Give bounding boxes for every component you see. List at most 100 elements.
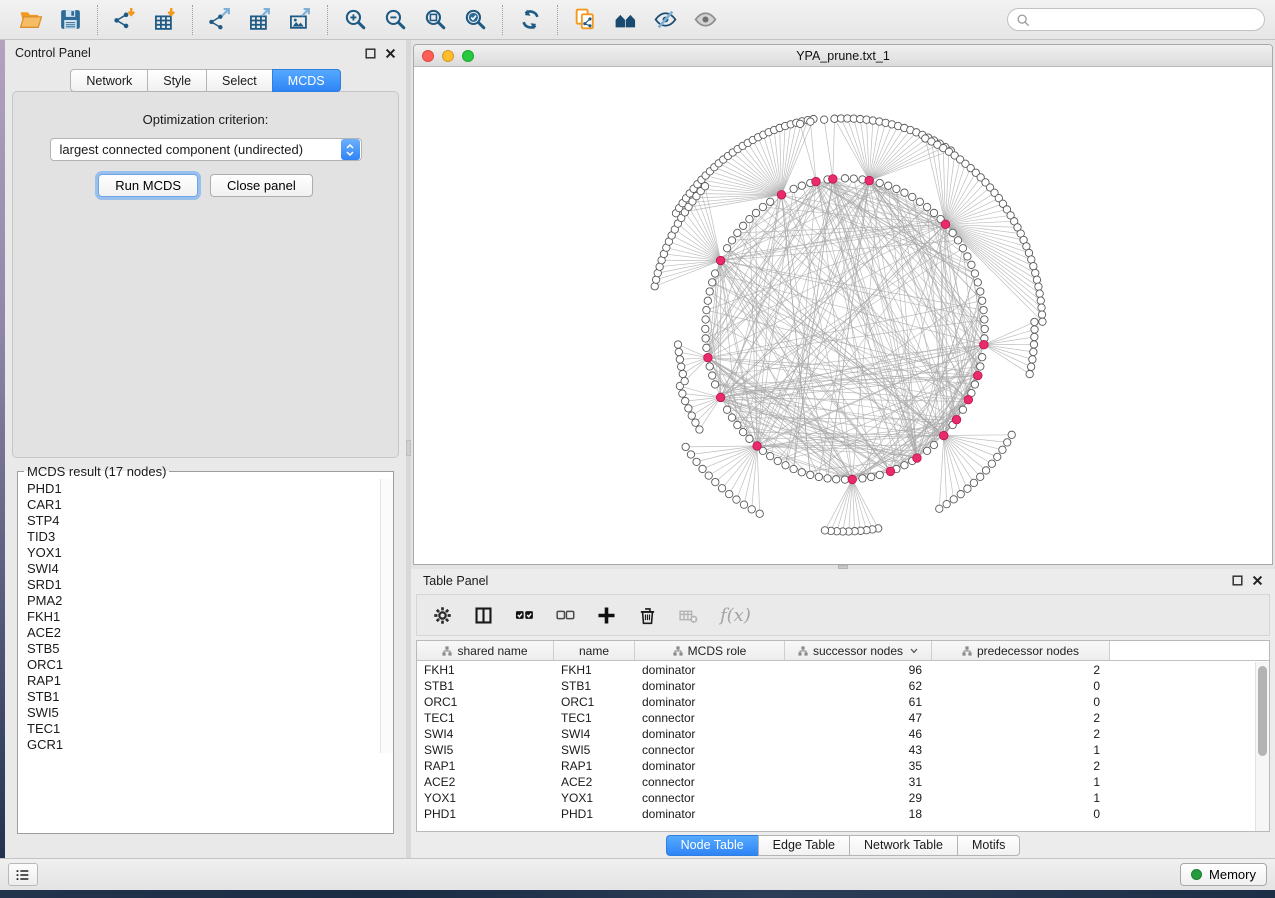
mcds-result-item[interactable]: PMA2 bbox=[27, 593, 393, 609]
tab-node-table[interactable]: Node Table bbox=[666, 835, 758, 856]
export-table-button[interactable] bbox=[240, 4, 280, 36]
mcds-result-item[interactable]: FKH1 bbox=[27, 609, 393, 625]
table-cell: 61 bbox=[785, 694, 932, 710]
table-row[interactable]: TEC1TEC1connector472 bbox=[417, 710, 1255, 726]
mcds-result-item[interactable]: YOX1 bbox=[27, 545, 393, 561]
mcds-result-item[interactable]: RAP1 bbox=[27, 673, 393, 689]
mcds-result-item[interactable]: STB5 bbox=[27, 641, 393, 657]
window-close-icon[interactable] bbox=[422, 50, 434, 62]
table-cell: PHD1 bbox=[417, 806, 554, 822]
mcds-hub-node bbox=[716, 393, 725, 402]
run-mcds-button[interactable]: Run MCDS bbox=[98, 174, 198, 197]
splitter-grip[interactable] bbox=[406, 440, 411, 456]
add-row-button[interactable] bbox=[597, 606, 616, 625]
table-row[interactable]: FKH1FKH1dominator962 bbox=[417, 662, 1255, 678]
memory-button[interactable]: Memory bbox=[1180, 863, 1267, 886]
table-cell: 62 bbox=[785, 678, 932, 694]
table-cell: RAP1 bbox=[417, 758, 554, 774]
table-scrollbar-thumb[interactable] bbox=[1258, 666, 1267, 756]
column-header-MCDS-role[interactable]: MCDS role bbox=[635, 641, 785, 660]
tab-select[interactable]: Select bbox=[206, 69, 272, 92]
mcds-result-item[interactable]: STB1 bbox=[27, 689, 393, 705]
mcds-result-item[interactable]: GCR1 bbox=[27, 737, 393, 753]
mcds-hub-node bbox=[964, 395, 973, 404]
mcds-result-item[interactable]: ORC1 bbox=[27, 657, 393, 673]
tab-mcds[interactable]: MCDS bbox=[272, 69, 341, 92]
table-settings-button[interactable] bbox=[433, 606, 452, 625]
table-row[interactable]: RAP1RAP1dominator352 bbox=[417, 758, 1255, 774]
tab-edge-table[interactable]: Edge Table bbox=[758, 835, 849, 856]
table-row[interactable]: PHD1PHD1dominator180 bbox=[417, 806, 1255, 822]
mcds-result-item[interactable]: STP4 bbox=[27, 513, 393, 529]
table-cell: dominator bbox=[635, 662, 785, 678]
table-splitter[interactable] bbox=[411, 565, 1275, 569]
deselect-all-rows-button[interactable] bbox=[556, 606, 575, 625]
search-input[interactable] bbox=[1035, 13, 1256, 27]
zoom-in-button[interactable] bbox=[335, 4, 375, 36]
open-file-button[interactable] bbox=[10, 4, 50, 36]
table-scrollbar[interactable] bbox=[1255, 662, 1269, 831]
table-row[interactable]: ORC1ORC1dominator610 bbox=[417, 694, 1255, 710]
mcds-result-item[interactable]: TID3 bbox=[27, 529, 393, 545]
window-maximize-icon[interactable] bbox=[462, 50, 474, 62]
show-all-button[interactable] bbox=[685, 4, 725, 36]
column-header-predecessor-nodes[interactable]: predecessor nodes bbox=[932, 641, 1110, 660]
mcds-result-item[interactable]: ACE2 bbox=[27, 625, 393, 641]
mcds-result-item[interactable]: PHD1 bbox=[27, 481, 393, 497]
export-image-button[interactable] bbox=[280, 4, 320, 36]
window-minimize-icon[interactable] bbox=[442, 50, 454, 62]
table-cell: 0 bbox=[932, 694, 1110, 710]
tab-style[interactable]: Style bbox=[147, 69, 206, 92]
save-session-button[interactable] bbox=[50, 4, 90, 36]
delete-row-button[interactable] bbox=[638, 606, 657, 625]
float-panel-icon[interactable] bbox=[365, 48, 376, 59]
table-cell: TEC1 bbox=[417, 710, 554, 726]
close-panel-icon[interactable] bbox=[385, 48, 396, 59]
show-columns-button[interactable] bbox=[474, 606, 493, 625]
optimization-select[interactable]: largest connected component (undirected) bbox=[50, 138, 362, 161]
zoom-selected-button[interactable] bbox=[455, 4, 495, 36]
zoom-out-button[interactable] bbox=[375, 4, 415, 36]
mcds-result-item[interactable]: CAR1 bbox=[27, 497, 393, 513]
hide-selected-button[interactable] bbox=[645, 4, 685, 36]
mcds-result-item[interactable]: SRD1 bbox=[27, 577, 393, 593]
close-table-panel-icon[interactable] bbox=[1252, 575, 1263, 586]
mcds-hub-node bbox=[848, 475, 857, 484]
select-all-rows-button[interactable] bbox=[515, 606, 534, 625]
network-canvas[interactable] bbox=[414, 67, 1272, 564]
tab-motifs[interactable]: Motifs bbox=[957, 835, 1020, 856]
mcds-list-scrollbar[interactable] bbox=[380, 479, 393, 753]
mcds-hub-node bbox=[865, 176, 874, 185]
import-network-button[interactable] bbox=[105, 4, 145, 36]
close-panel-button[interactable]: Close panel bbox=[210, 174, 313, 197]
table-body: FKH1FKH1dominator962STB1STB1dominator620… bbox=[417, 662, 1255, 831]
column-header-successor-nodes[interactable]: successor nodes bbox=[785, 641, 932, 660]
tab-network[interactable]: Network bbox=[70, 69, 147, 92]
search-box[interactable] bbox=[1007, 8, 1265, 31]
column-header-name[interactable]: name bbox=[554, 641, 635, 660]
table-row[interactable]: SWI4SWI4dominator462 bbox=[417, 726, 1255, 742]
new-network-from-selection-button[interactable] bbox=[565, 4, 605, 36]
column-header-shared-name[interactable]: shared name bbox=[417, 641, 554, 660]
float-table-panel-icon[interactable] bbox=[1232, 575, 1243, 586]
task-history-button[interactable] bbox=[8, 863, 38, 886]
table-row[interactable]: STB1STB1dominator620 bbox=[417, 678, 1255, 694]
column-type-icon bbox=[962, 646, 972, 656]
import-table-button[interactable] bbox=[145, 4, 185, 36]
zoom-fit-button[interactable] bbox=[415, 4, 455, 36]
table-row[interactable]: YOX1YOX1connector291 bbox=[417, 790, 1255, 806]
table-splitter-grip[interactable] bbox=[838, 565, 848, 569]
first-neighbors-button[interactable] bbox=[605, 4, 645, 36]
table-row[interactable]: ACE2ACE2connector311 bbox=[417, 774, 1255, 790]
mcds-result-item[interactable]: SWI4 bbox=[27, 561, 393, 577]
mcds-result-item[interactable]: SWI5 bbox=[27, 705, 393, 721]
mcds-result-group: MCDS result (17 nodes) PHD1CAR1STP4TID3Y… bbox=[17, 464, 394, 834]
table-row[interactable]: SWI5SWI5connector431 bbox=[417, 742, 1255, 758]
mcds-result-item[interactable]: TEC1 bbox=[27, 721, 393, 737]
table-cell: ORC1 bbox=[554, 694, 635, 710]
table-cell: SWI5 bbox=[554, 742, 635, 758]
tab-network-table[interactable]: Network Table bbox=[849, 835, 957, 856]
refresh-button[interactable] bbox=[510, 4, 550, 36]
export-network-button[interactable] bbox=[200, 4, 240, 36]
panel-splitter[interactable] bbox=[406, 40, 411, 858]
